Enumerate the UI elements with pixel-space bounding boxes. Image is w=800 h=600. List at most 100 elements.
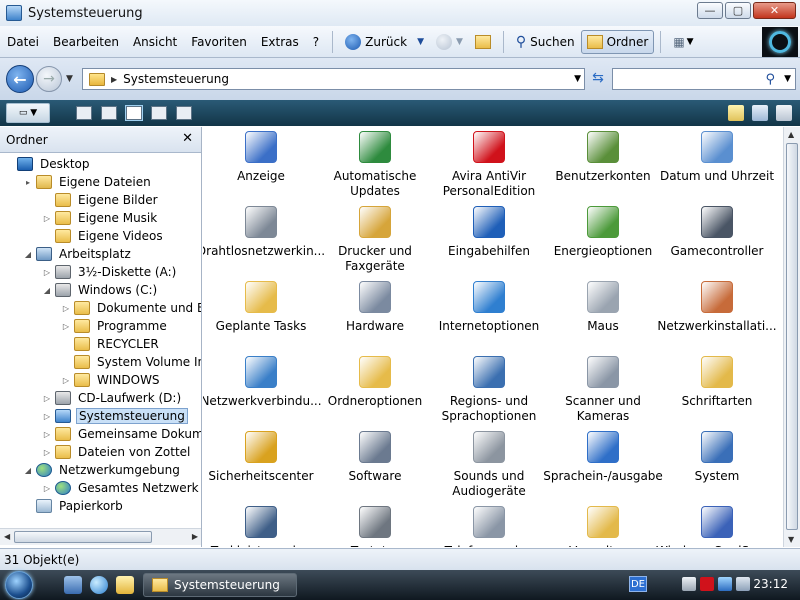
control-panel-item[interactable]: Sounds und Audiogeräte (431, 431, 547, 499)
control-panel-item[interactable]: Gamecontroller (659, 206, 775, 259)
control-panel-item[interactable]: Hardware (317, 281, 433, 334)
tree-item[interactable]: ▷ Gemeinsame Dokumente (42, 425, 201, 443)
control-panel-item[interactable]: Netzwerkinstallati... (657, 281, 777, 334)
language-indicator[interactable]: DE (629, 576, 647, 592)
expand-toggle-icon[interactable]: ◢ (42, 286, 52, 295)
chevron-down-icon[interactable]: ▼ (687, 37, 694, 47)
close-button[interactable]: ✕ (753, 2, 796, 19)
control-panel-item[interactable]: Drucker und Faxgeräte (317, 206, 433, 274)
view-thumbnails-icon[interactable] (76, 106, 92, 120)
change-view-button[interactable]: ▭ ▼ (6, 103, 50, 123)
scrollbar-thumb[interactable] (786, 143, 798, 530)
chevron-down-icon[interactable]: ▼ (574, 74, 581, 84)
expand-toggle-icon[interactable]: ▷ (42, 394, 52, 403)
expand-toggle-icon[interactable]: ◢ (23, 250, 33, 259)
search-input[interactable]: ⚲ ▼ (612, 68, 796, 90)
address-field[interactable]: ▶ Systemsteuerung ▼ (82, 68, 585, 90)
menu-view[interactable]: Ansicht (126, 31, 184, 53)
menu-help[interactable]: ? (306, 31, 326, 53)
tree-item[interactable]: ▷ Dokumente und Einste (61, 299, 201, 317)
maximize-button[interactable]: ▢ (725, 2, 751, 19)
up-folder-button[interactable] (469, 30, 497, 54)
note-icon[interactable] (728, 105, 744, 121)
folders-button[interactable]: Ordner (580, 29, 655, 54)
view-list-icon[interactable] (151, 106, 167, 120)
tree-item[interactable]: Desktop (4, 155, 92, 173)
flash-get-icon[interactable] (116, 576, 134, 594)
control-panel-item[interactable]: Verwaltung (545, 506, 661, 547)
scroll-right-icon[interactable]: ▶ (192, 532, 198, 541)
control-panel-item[interactable]: Sicherheitscenter (203, 431, 319, 484)
scrollbar-thumb[interactable] (14, 531, 152, 543)
control-panel-item[interactable]: Regions- und Sprachoptionen (431, 356, 547, 424)
control-panel-item[interactable]: Ordneroptionen (317, 356, 433, 409)
forward-button[interactable]: ▼ (430, 30, 469, 54)
control-panel-item[interactable]: Geplante Tasks (203, 281, 319, 334)
tree-item[interactable]: ▷ Gesamtes Netzwerk (42, 479, 201, 497)
minimize-button[interactable]: — (697, 2, 723, 19)
expand-toggle-icon[interactable]: ◢ (23, 466, 33, 475)
view-details-icon[interactable] (176, 106, 192, 120)
network-tray-icon[interactable] (736, 577, 750, 591)
chevron-down-icon[interactable]: ▼ (784, 74, 791, 84)
scroll-down-icon[interactable]: ▼ (788, 535, 794, 544)
tree-item[interactable]: Eigene Bilder (42, 191, 160, 209)
expand-toggle-icon[interactable]: ▷ (42, 214, 52, 223)
control-panel-item[interactable]: Internetoptionen (431, 281, 547, 334)
control-panel-item[interactable]: Windows CardSpace (656, 506, 778, 547)
nav-back-button[interactable]: ← (6, 65, 34, 93)
back-button[interactable]: Zurück ▼ (339, 30, 430, 54)
control-panel-item[interactable]: Schriftarten (659, 356, 775, 409)
expand-toggle-icon[interactable]: ▷ (42, 448, 52, 457)
security-tray-icon[interactable] (718, 577, 732, 591)
views-button[interactable]: ▦ ▼ (667, 30, 699, 54)
horizontal-scrollbar[interactable]: ◀ ▶ (0, 528, 201, 545)
control-panel-item[interactable]: Datum und Uhrzeit (659, 131, 775, 184)
chevron-down-icon[interactable]: ▼ (417, 37, 424, 47)
volume-icon[interactable] (682, 577, 696, 591)
menu-tools[interactable]: Extras (254, 31, 306, 53)
internet-explorer-icon[interactable] (90, 576, 108, 594)
tree-item[interactable]: ▷ Dateien von Zottel (42, 443, 192, 461)
refresh-button[interactable]: ⇆ (589, 70, 607, 88)
tree-item[interactable]: ▷ Programme (61, 317, 169, 335)
expand-toggle-icon[interactable]: ▷ (61, 376, 71, 385)
expand-toggle-icon[interactable]: ▷ (42, 268, 52, 277)
control-panel-item[interactable]: Eingabehilfen (431, 206, 547, 259)
control-panel-item[interactable]: Taskleiste und ... (203, 506, 319, 547)
breadcrumb-separator-icon[interactable]: ▶ (111, 75, 117, 84)
menu-edit[interactable]: Bearbeiten (46, 31, 126, 53)
control-panel-item[interactable]: Netzwerkverbindu... (203, 356, 322, 409)
tools-icon[interactable] (776, 105, 792, 121)
nav-forward-button[interactable]: → (36, 66, 62, 92)
chevron-down-icon[interactable]: ▼ (456, 37, 463, 47)
control-panel-item[interactable]: System (659, 431, 775, 484)
control-panel-item[interactable]: Avira AntiVir PersonalEdition (431, 131, 547, 199)
control-panel-item[interactable]: Drahtlosnetzwerkin... (203, 206, 325, 259)
vertical-scrollbar[interactable]: ▲ ▼ (783, 127, 800, 547)
close-icon[interactable]: ✕ (182, 131, 193, 146)
schedule-icon[interactable] (752, 105, 768, 121)
expand-toggle-icon[interactable]: ▸ (23, 178, 33, 187)
expand-toggle-icon[interactable]: ▷ (61, 304, 71, 313)
control-panel-item[interactable]: Automatische Updates (317, 131, 433, 199)
tree-item[interactable]: ▷ WINDOWS (61, 371, 162, 389)
search-button[interactable]: ⚲ Suchen (510, 30, 581, 54)
control-panel-item[interactable]: Energieoptionen (545, 206, 661, 259)
control-panel-item[interactable]: Anzeige (203, 131, 319, 184)
tree-item[interactable]: ▷ 3½-Diskette (A:) (42, 263, 178, 281)
control-panel-item[interactable]: Maus (545, 281, 661, 334)
expand-toggle-icon[interactable]: ▷ (61, 322, 71, 331)
tree-item[interactable]: ▷ Eigene Musik (42, 209, 159, 227)
tree-item[interactable]: RECYCLER (61, 335, 161, 353)
recent-pages-chevron-icon[interactable]: ▼ (66, 74, 73, 84)
expand-toggle-icon[interactable]: ▷ (42, 430, 52, 439)
tree-item[interactable]: ▸ Eigene Dateien (23, 173, 153, 191)
tree-item[interactable]: Papierkorb (23, 497, 125, 515)
start-button[interactable] (0, 570, 38, 600)
control-panel-item[interactable]: Tastatur (317, 506, 433, 547)
search-icon[interactable]: ⚲ (765, 72, 775, 87)
control-panel-item[interactable]: Telefon- und ... (431, 506, 547, 547)
expand-toggle-icon[interactable]: ▷ (42, 412, 52, 421)
menu-file[interactable]: Datei (0, 31, 46, 53)
